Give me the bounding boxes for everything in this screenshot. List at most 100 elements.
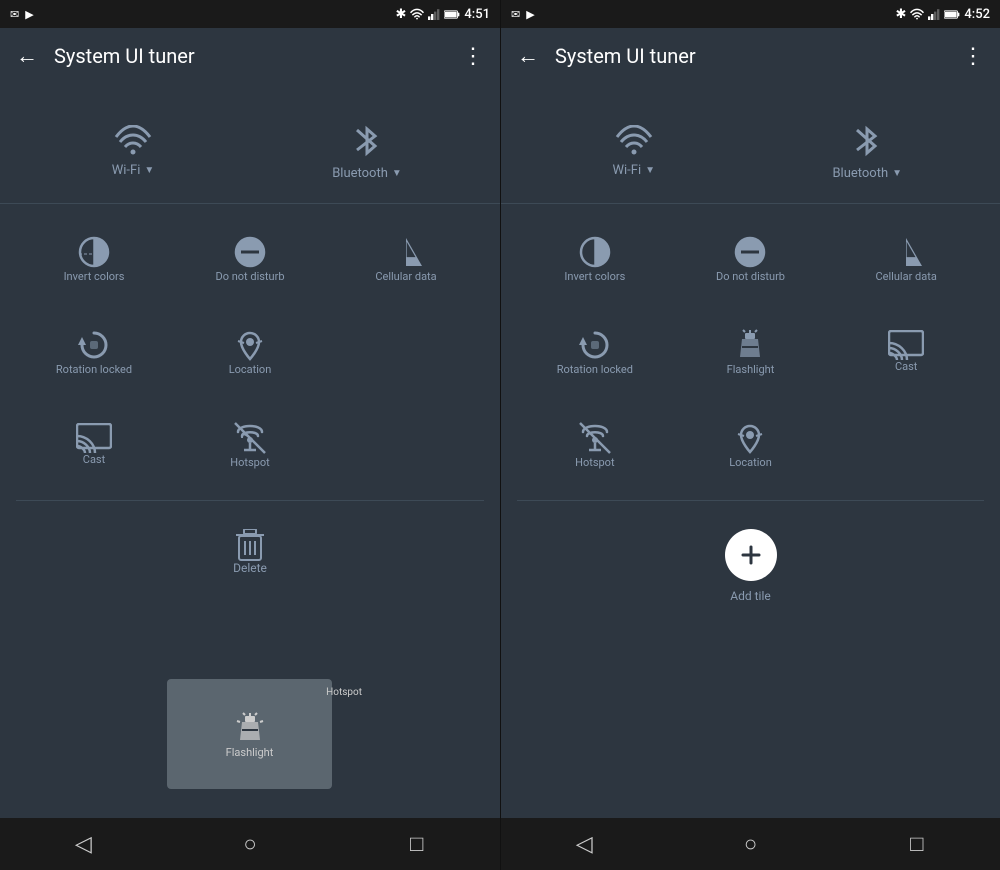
flashlight-tile-right[interactable]: Flashlight <box>673 313 829 390</box>
cast-tile-left[interactable]: Cast <box>16 406 172 483</box>
empty-tile-right <box>828 406 984 483</box>
invert-colors-tile-right[interactable]: Invert colors <box>517 220 673 297</box>
invert-colors-icon-left <box>76 234 112 270</box>
bluetooth-tile-right[interactable]: Bluetooth ▼ <box>751 108 985 195</box>
left-phone-panel: ✉ ▶ ✱ 4:51 <box>0 0 500 870</box>
wifi-dropdown-right: ▼ <box>645 165 655 176</box>
home-nav-left[interactable]: ○ <box>220 824 280 864</box>
signal-status-icon <box>428 8 440 20</box>
cellular-data-tile-left[interactable]: Cellular data <box>328 220 484 297</box>
flashlight-icon-right <box>732 327 768 363</box>
google-play-icon-right: ▶ <box>526 8 534 21</box>
rotation-locked-tile-left[interactable]: Rotation locked <box>16 313 172 390</box>
location-icon-left <box>232 327 268 363</box>
wifi-tile-icon-right <box>615 125 653 157</box>
hotspot-icon-left <box>232 420 268 456</box>
right-phone-panel: ✉ ▶ ✱ 4:52 ← <box>500 0 1000 870</box>
tiles-row1-right: Invert colors Do not disturb Cellular da… <box>501 212 1000 305</box>
invert-colors-tile-left[interactable]: Invert colors <box>16 220 172 297</box>
invert-colors-label-left: Invert colors <box>64 270 125 283</box>
divider-right <box>517 500 984 501</box>
bluetooth-label-left: Bluetooth ▼ <box>332 166 402 181</box>
bluetooth-status-icon-right: ✱ <box>896 7 907 22</box>
recents-nav-right[interactable]: □ <box>887 824 947 864</box>
hotspot-ghost-label: Hotspot <box>326 687 362 698</box>
location-label-left: Location <box>229 363 272 376</box>
cellular-data-label-right: Cellular data <box>876 270 937 283</box>
drag-ghost-left: Flashlight Hotspot <box>167 679 332 789</box>
wifi-dropdown-left: ▼ <box>144 165 154 176</box>
status-time-left: 4:51 <box>464 7 490 22</box>
more-button-right[interactable]: ⋮ <box>962 44 984 69</box>
signal-status-icon-right <box>928 8 940 20</box>
tiles-row1-left: Invert colors Do not disturb Cellular da… <box>0 212 500 305</box>
back-button-left[interactable]: ← <box>16 43 38 69</box>
gmail-icon-right: ✉ <box>511 8 520 21</box>
hotspot-tile-left[interactable]: Hotspot <box>172 406 328 483</box>
cast-tile-right[interactable]: Cast <box>828 313 984 390</box>
tiles-row3-right: Hotspot Location <box>501 398 1000 491</box>
rotation-locked-label-left: Rotation locked <box>56 363 132 376</box>
do-not-disturb-tile-left[interactable]: Do not disturb <box>172 220 328 297</box>
wifi-label-left: Wi-Fi ▼ <box>112 163 155 178</box>
status-bar-left-icons: ✉ ▶ <box>10 8 34 21</box>
invert-colors-label-right: Invert colors <box>564 270 625 283</box>
add-tile-action-right[interactable]: Add tile <box>501 509 1000 623</box>
recents-nav-left[interactable]: □ <box>387 824 447 864</box>
content-left: Wi-Fi ▼ Bluetooth ▼ <box>0 84 500 818</box>
rotation-locked-icon-left <box>76 327 112 363</box>
bluetooth-tile-icon-right <box>853 122 881 160</box>
status-bar-right-left-icons: ✉ ▶ <box>511 8 535 21</box>
wifi-tile-right[interactable]: Wi-Fi ▼ <box>517 108 751 195</box>
more-button-left[interactable]: ⋮ <box>462 44 484 69</box>
bt-dropdown-right: ▼ <box>892 168 902 179</box>
wifi-tile-icon-left <box>114 125 152 157</box>
back-nav-right[interactable]: ◁ <box>554 824 614 864</box>
tiles-row3-left: Cast Hotspot <box>0 398 500 491</box>
do-not-disturb-tile-right[interactable]: Do not disturb <box>673 220 829 297</box>
flashlight-ghost-icon <box>232 710 268 746</box>
divider-left <box>16 500 484 501</box>
top-tiles-row-left: Wi-Fi ▼ Bluetooth ▼ <box>0 100 500 204</box>
delete-action-left[interactable]: Delete <box>0 509 500 595</box>
home-nav-right[interactable]: ○ <box>720 824 780 864</box>
status-time-right: 4:52 <box>964 7 990 22</box>
cellular-data-tile-right[interactable]: Cellular data <box>828 220 984 297</box>
app-bar-left: ← System UI tuner ⋮ <box>0 28 500 84</box>
do-not-disturb-icon-left <box>232 234 268 270</box>
cast-icon-left <box>76 423 112 453</box>
location-tile-right[interactable]: Location <box>673 406 829 483</box>
app-title-left: System UI tuner <box>54 44 462 68</box>
delete-label-left: Delete <box>233 561 267 575</box>
top-tiles-row-right: Wi-Fi ▼ Bluetooth ▼ <box>501 100 1000 204</box>
bluetooth-tile-icon-left <box>353 122 381 160</box>
wifi-tile-left[interactable]: Wi-Fi ▼ <box>16 108 250 195</box>
bottom-nav-right: ◁ ○ □ <box>501 818 1000 870</box>
rotation-locked-icon-right <box>577 327 613 363</box>
flashlight-label-right: Flashlight <box>727 363 775 376</box>
cast-label-right: Cast <box>895 360 917 373</box>
add-tile-button[interactable] <box>725 529 777 581</box>
do-not-disturb-label-right: Do not disturb <box>716 270 785 283</box>
hotspot-tile-right[interactable]: Hotspot <box>517 406 673 483</box>
battery-status-icon-right <box>944 9 960 20</box>
battery-status-icon <box>444 9 460 20</box>
add-icon-right <box>739 543 763 567</box>
back-button-right[interactable]: ← <box>517 43 539 69</box>
rotation-locked-label-right: Rotation locked <box>557 363 633 376</box>
bottom-nav-left: ◁ ○ □ <box>0 818 500 870</box>
bluetooth-tile-left[interactable]: Bluetooth ▼ <box>250 108 484 195</box>
bluetooth-status-icon: ✱ <box>396 7 407 22</box>
wifi-status-icon <box>410 8 424 20</box>
location-tile-left[interactable]: Location <box>172 313 328 390</box>
gmail-icon: ✉ <box>10 8 19 21</box>
rotation-locked-tile-right[interactable]: Rotation locked <box>517 313 673 390</box>
add-tile-label-right: Add tile <box>730 589 770 603</box>
back-nav-left[interactable]: ◁ <box>53 824 113 864</box>
hotspot-label-right: Hotspot <box>575 456 614 469</box>
cellular-data-label-left: Cellular data <box>375 270 436 283</box>
flashlight-ghost-label: Flashlight <box>226 746 274 759</box>
invert-colors-icon-right <box>577 234 613 270</box>
status-bar-right: ✉ ▶ ✱ 4:52 <box>501 0 1000 28</box>
app-title-right: System UI tuner <box>555 44 962 68</box>
